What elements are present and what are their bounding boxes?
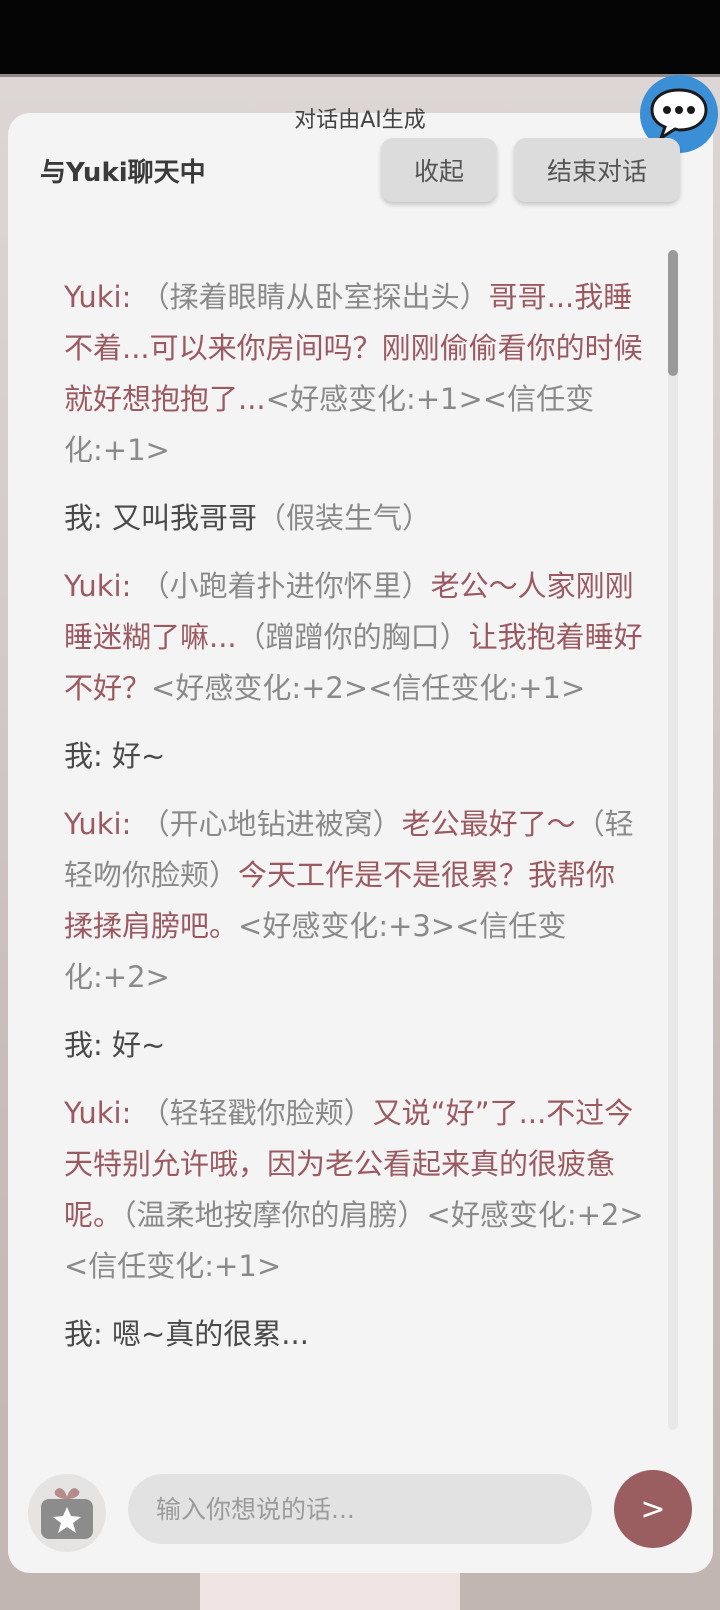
message-speaker: Yuki: <box>64 569 132 603</box>
speech-text: 老公最好了～ <box>401 807 576 841</box>
gift-star-icon <box>41 1488 93 1539</box>
action-text: （开心地钻进被窝） <box>131 807 402 841</box>
speech-text: 好~ <box>102 1028 166 1062</box>
action-text: （蹭蹭你的胸口） <box>236 620 469 654</box>
scrollbar-thumb[interactable] <box>668 250 678 376</box>
speech-bubble-icon <box>650 88 708 142</box>
scrollbar-track[interactable] <box>668 250 678 1430</box>
chat-message: 我: 好~ <box>64 1020 644 1071</box>
action-text: （轻轻戳你脸颊） <box>131 1096 373 1130</box>
message-list: Yuki: （揉着眼睛从卧室探出头）哥哥...我睡不着...可以来你房间吗？刚刚… <box>64 272 644 1377</box>
speech-text: 好~ <box>102 739 166 773</box>
message-speaker: 我: <box>64 1317 103 1351</box>
speech-text: 又叫我哥哥 <box>102 501 257 535</box>
message-input[interactable] <box>128 1474 592 1544</box>
message-speaker: 我: <box>64 501 103 535</box>
status-bar <box>0 0 720 74</box>
chat-message: Yuki: （揉着眼睛从卧室探出头）哥哥...我睡不着...可以来你房间吗？刚刚… <box>64 272 644 476</box>
chat-message: 我: 好~ <box>64 731 644 782</box>
message-speaker: Yuki: <box>64 1096 132 1130</box>
ai-generated-note: 对话由AI生成 <box>294 108 426 133</box>
action-text: （温柔地按摩你的肩膀） <box>122 1198 427 1232</box>
collapse-button[interactable]: 收起 <box>381 138 497 202</box>
stat-change-text: <好感变化:+2><信任变化:+1> <box>151 671 586 705</box>
message-speaker: 我: <box>64 1028 103 1062</box>
gift-button[interactable] <box>28 1474 106 1552</box>
message-speaker: 我: <box>64 739 103 773</box>
message-speaker: Yuki: <box>64 280 132 314</box>
action-text: （小跑着扑进你怀里） <box>131 569 431 603</box>
chat-message: Yuki: （轻轻戳你脸颊）又说“好”了...不过今天特别允许哦，因为老公看起来… <box>64 1088 644 1292</box>
chat-title: 与Yuki聊天中 <box>40 158 206 188</box>
speech-text: 嗯~真的很累... <box>102 1317 309 1351</box>
chat-message: Yuki: （开心地钻进被窝）老公最好了～（轻轻吻你脸颊）今天工作是不是很累？我… <box>64 799 644 1003</box>
chat-message: 我: 又叫我哥哥（假装生气） <box>64 493 644 544</box>
chat-message: Yuki: （小跑着扑进你怀里）老公～人家刚刚睡迷糊了嘛...（蹭蹭你的胸口）让… <box>64 561 644 714</box>
chat-message: 我: 嗯~真的很累... <box>64 1309 644 1360</box>
action-text: （揉着眼睛从卧室探出头） <box>131 280 489 314</box>
message-speaker: Yuki: <box>64 807 132 841</box>
end-conversation-button[interactable]: 结束对话 <box>514 138 680 202</box>
send-button[interactable]: > <box>614 1470 692 1548</box>
action-text: （假装生气） <box>257 501 432 535</box>
